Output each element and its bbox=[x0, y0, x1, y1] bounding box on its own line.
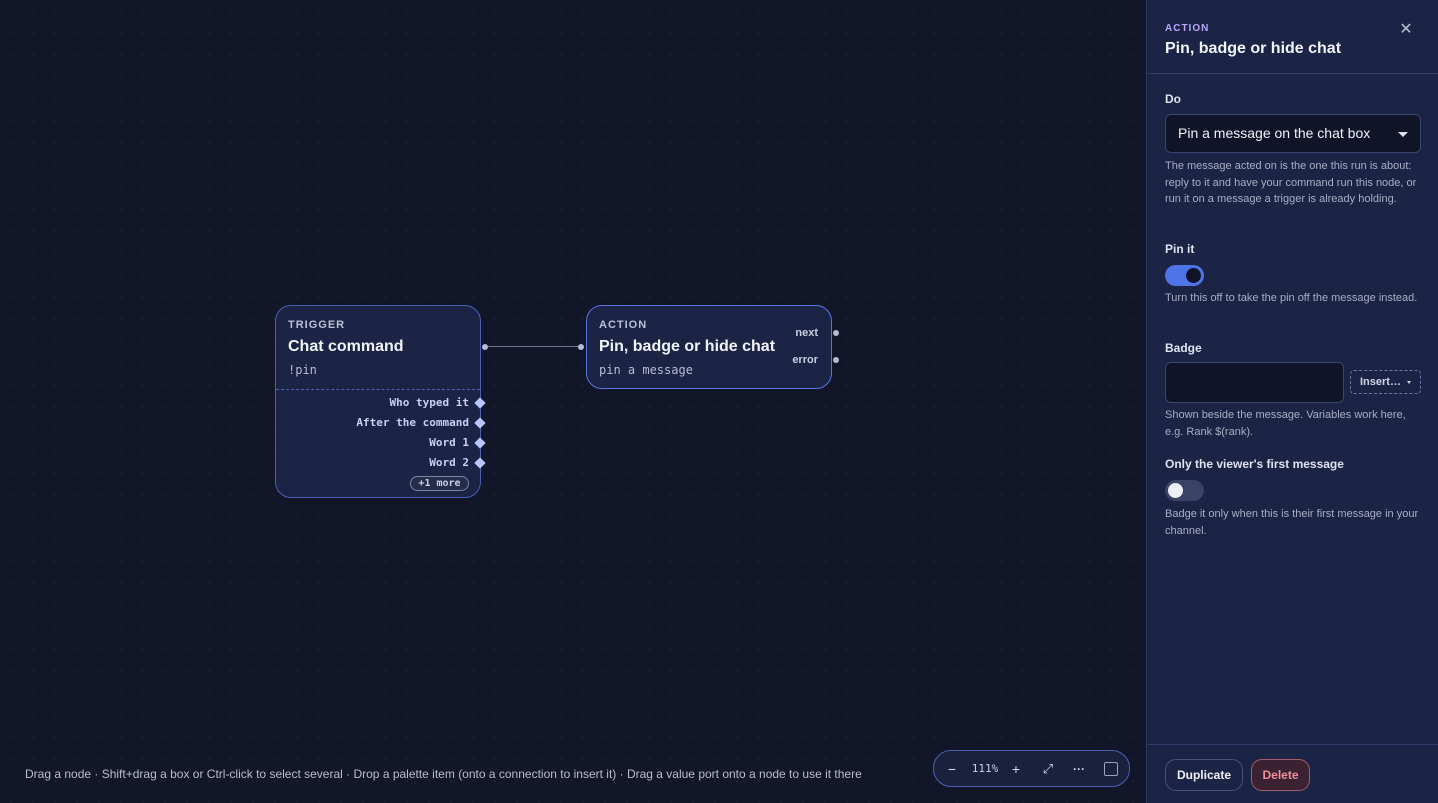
badge-label: Badge bbox=[1165, 341, 1202, 355]
first-message-toggle[interactable] bbox=[1165, 480, 1204, 501]
duplicate-button[interactable]: Duplicate bbox=[1165, 759, 1243, 791]
pin-toggle[interactable] bbox=[1165, 265, 1204, 286]
toggle-knob bbox=[1186, 268, 1201, 283]
do-select[interactable]: Pin a message on the chat box bbox=[1165, 114, 1421, 153]
node-divider bbox=[276, 389, 480, 390]
node-subtitle: !pin bbox=[288, 363, 317, 377]
badge-help-text: Shown beside the message. Variables work… bbox=[1165, 409, 1406, 438]
inspector-footer: Duplicate Delete bbox=[1147, 744, 1438, 803]
inspector-title: Pin, badge or hide chat bbox=[1165, 40, 1342, 57]
more-options-icon[interactable]: ··· bbox=[1068, 759, 1090, 779]
node-subtitle: pin a message bbox=[599, 363, 693, 377]
do-select-value: Pin a message on the chat box bbox=[1178, 125, 1371, 141]
node-title: Pin, badge or hide chat bbox=[599, 338, 776, 355]
canvas-hint: Drag a node · Shift+drag a box or Ctrl-c… bbox=[25, 767, 862, 781]
minimap-toggle-icon[interactable] bbox=[1104, 762, 1118, 776]
first-message-label: Only the viewer's first message bbox=[1165, 457, 1344, 471]
more-ports-button[interactable]: +1 more bbox=[410, 476, 469, 491]
flow-canvas[interactable]: TRIGGER Chat command !pin Who typed it A… bbox=[0, 0, 1146, 803]
badge-input[interactable] bbox=[1165, 362, 1344, 403]
zoom-out-button[interactable]: − bbox=[944, 759, 960, 779]
value-port-label: Who typed it bbox=[389, 396, 469, 409]
inspector-header: ACTION Pin, badge or hide chat ✕ bbox=[1147, 0, 1438, 74]
node-kind-label: ACTION bbox=[599, 319, 648, 331]
insert-variable-button[interactable]: Insert… bbox=[1350, 370, 1421, 394]
output-label-next: next bbox=[795, 327, 818, 339]
inspector-kind-label: ACTION bbox=[1165, 23, 1210, 34]
pin-label: Pin it bbox=[1165, 242, 1195, 256]
zoom-in-button[interactable]: + bbox=[1008, 759, 1024, 779]
close-icon[interactable]: ✕ bbox=[1397, 21, 1415, 39]
do-label: Do bbox=[1165, 92, 1181, 106]
node-kind-label: TRIGGER bbox=[288, 319, 346, 331]
trigger-node[interactable]: TRIGGER Chat command !pin Who typed it A… bbox=[275, 305, 481, 498]
output-label-error: error bbox=[792, 354, 818, 366]
zoom-toolbar: − 111% + ⤢ ··· bbox=[933, 750, 1130, 787]
value-port-label: Word 1 bbox=[429, 436, 469, 449]
output-port-next[interactable] bbox=[833, 330, 839, 336]
chevron-down-icon bbox=[1407, 381, 1411, 384]
delete-button[interactable]: Delete bbox=[1251, 759, 1310, 791]
do-help-text: The message acted on is the one this run… bbox=[1165, 160, 1417, 205]
node-title: Chat command bbox=[288, 338, 404, 355]
value-port-label: Word 2 bbox=[429, 456, 469, 469]
zoom-level: 111% bbox=[971, 762, 999, 775]
trigger-output-port[interactable] bbox=[482, 344, 488, 350]
connection-edge[interactable] bbox=[488, 346, 581, 347]
action-input-port[interactable] bbox=[578, 344, 584, 350]
chevron-down-icon bbox=[1398, 132, 1408, 137]
insert-button-label: Insert… bbox=[1360, 376, 1401, 388]
fit-view-icon[interactable]: ⤢ bbox=[1038, 759, 1058, 779]
inspector-panel: ACTION Pin, badge or hide chat ✕ Do Pin … bbox=[1146, 0, 1438, 803]
action-node[interactable]: ACTION Pin, badge or hide chat pin a mes… bbox=[586, 305, 832, 389]
first-message-help-text: Badge it only when this is their first m… bbox=[1165, 508, 1419, 537]
output-port-error[interactable] bbox=[833, 357, 839, 363]
toggle-knob bbox=[1168, 483, 1183, 498]
pin-help-text: Turn this off to take the pin off the me… bbox=[1165, 292, 1418, 304]
value-port-label: After the command bbox=[356, 416, 469, 429]
